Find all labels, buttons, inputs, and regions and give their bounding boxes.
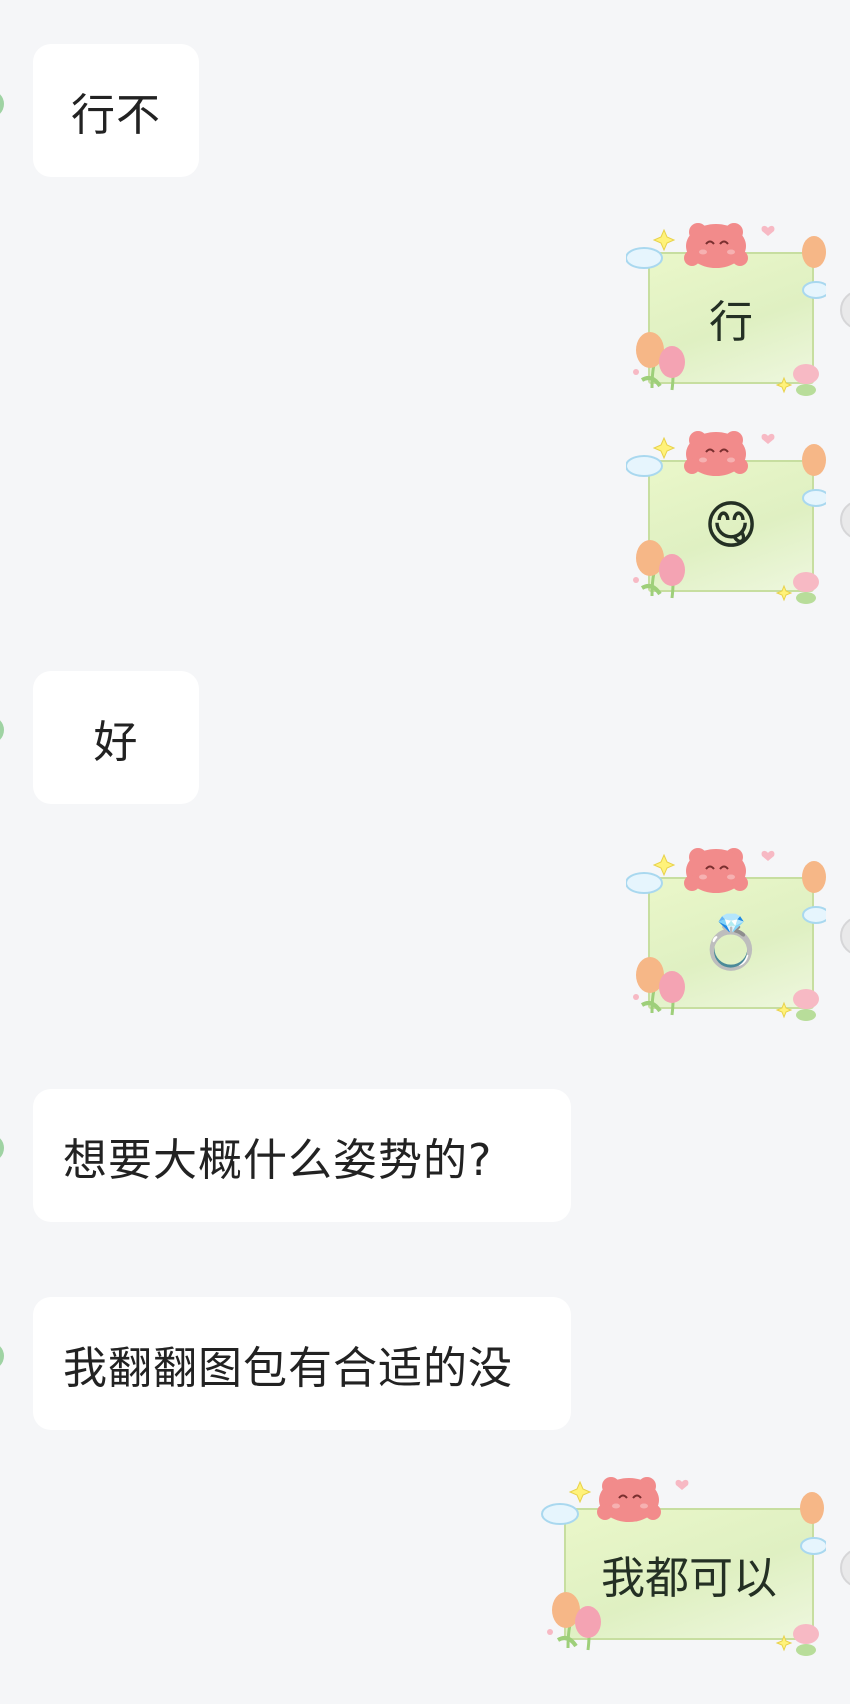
star-icon bbox=[775, 1634, 793, 1652]
cloud-icon bbox=[802, 489, 826, 507]
tulip-icon bbox=[636, 332, 685, 391]
cloud-icon bbox=[626, 247, 663, 269]
cloud-icon bbox=[626, 872, 663, 894]
tulip-icon bbox=[793, 989, 819, 1021]
star-icon bbox=[775, 1001, 793, 1019]
sticker-frame bbox=[626, 431, 826, 604]
message-bubble-left[interactable]: 行不 bbox=[33, 44, 199, 177]
heart-icon bbox=[761, 225, 775, 236]
cloud-icon bbox=[802, 281, 826, 299]
avatar[interactable] bbox=[0, 716, 4, 744]
avatar[interactable] bbox=[840, 290, 850, 330]
cloud-icon bbox=[802, 906, 826, 924]
tulip-icon bbox=[802, 861, 826, 893]
heart-icon bbox=[633, 577, 639, 583]
star-icon bbox=[568, 1480, 592, 1504]
chat-area[interactable]: 行不 行 😋 好 💍 想要大概什么姿势的? 我翻翻图包有合适的没 我都可以 bbox=[0, 0, 850, 1704]
avatar[interactable] bbox=[0, 1134, 4, 1162]
tulip-icon bbox=[793, 364, 819, 396]
tulip-icon bbox=[636, 540, 685, 599]
message-bubble-left[interactable]: 想要大概什么姿势的? bbox=[33, 1089, 571, 1222]
heart-icon bbox=[633, 369, 639, 375]
tulip-icon bbox=[552, 1592, 601, 1651]
bear-icon bbox=[597, 1477, 661, 1522]
avatar[interactable] bbox=[840, 916, 850, 956]
message-bubble-right[interactable]: 我都可以 bbox=[540, 1460, 826, 1660]
message-bubble-right[interactable]: 行 bbox=[626, 210, 826, 400]
heart-icon bbox=[547, 1629, 553, 1635]
tulip-icon bbox=[793, 1624, 819, 1656]
heart-icon bbox=[675, 1479, 689, 1490]
message-bubble-left[interactable]: 好 bbox=[33, 671, 199, 804]
bear-icon bbox=[684, 223, 748, 268]
sticker-frame bbox=[626, 223, 826, 396]
avatar[interactable] bbox=[0, 1342, 4, 1370]
message-bubble-left[interactable]: 我翻翻图包有合适的没 bbox=[33, 1297, 571, 1430]
cloud-icon bbox=[541, 1503, 579, 1525]
cloud-icon bbox=[626, 455, 663, 477]
sticker-frame bbox=[541, 1477, 826, 1656]
tulip-icon bbox=[802, 444, 826, 476]
avatar[interactable] bbox=[840, 500, 850, 540]
avatar[interactable] bbox=[840, 1548, 850, 1588]
message-bubble-right[interactable]: 😋 bbox=[626, 418, 826, 608]
message-text: 行不 bbox=[71, 89, 161, 141]
heart-icon bbox=[633, 994, 639, 1000]
sticker-frame bbox=[626, 848, 826, 1021]
star-icon bbox=[652, 436, 676, 460]
heart-icon bbox=[761, 850, 775, 861]
message-bubble-right[interactable]: 💍 bbox=[626, 835, 826, 1025]
tulip-icon bbox=[793, 572, 819, 604]
message-text: 我翻翻图包有合适的没 bbox=[63, 1342, 513, 1394]
tulip-icon bbox=[636, 957, 685, 1016]
message-text: 好 bbox=[93, 716, 139, 768]
star-icon bbox=[775, 376, 793, 394]
heart-icon bbox=[761, 433, 775, 444]
star-icon bbox=[775, 584, 793, 602]
bear-icon bbox=[684, 431, 748, 476]
message-text: 想要大概什么姿势的? bbox=[63, 1134, 493, 1186]
star-icon bbox=[652, 228, 676, 252]
avatar[interactable] bbox=[0, 90, 4, 118]
tulip-icon bbox=[800, 1492, 824, 1524]
bear-icon bbox=[684, 848, 748, 893]
tulip-icon bbox=[802, 236, 826, 268]
cloud-icon bbox=[800, 1537, 826, 1555]
star-icon bbox=[652, 853, 676, 877]
